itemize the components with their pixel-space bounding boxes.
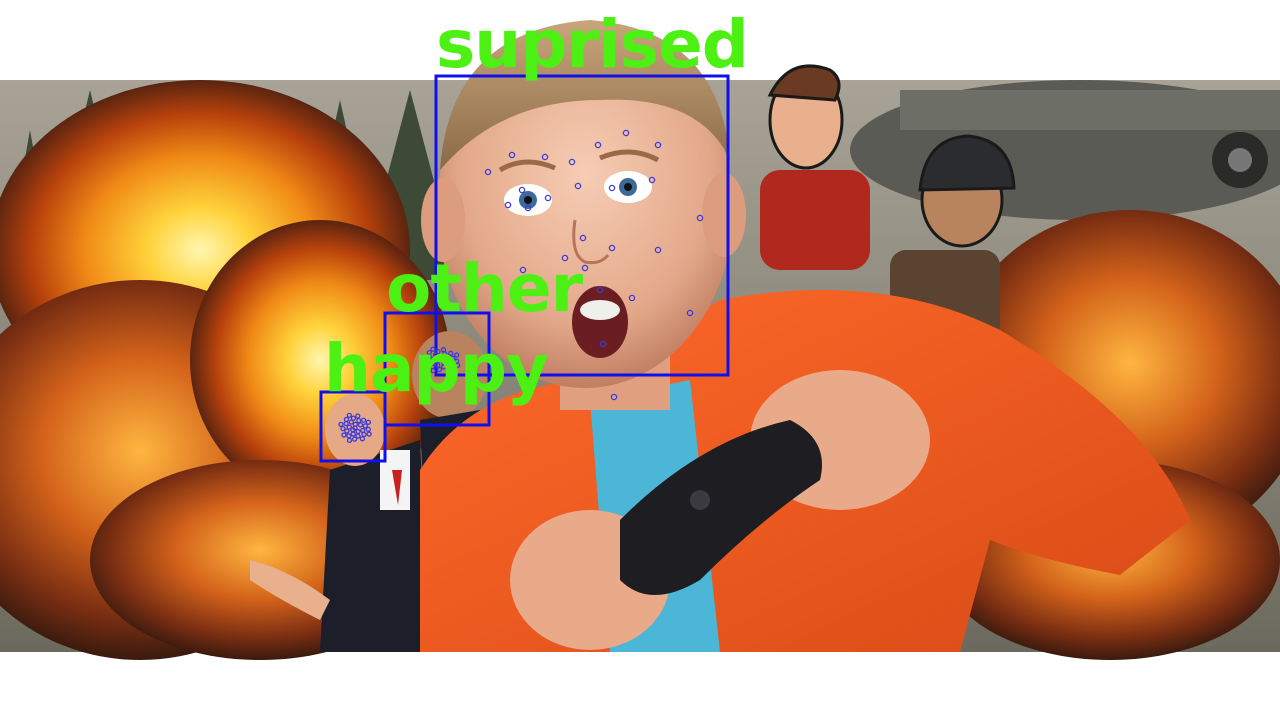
detection-label-other: other bbox=[386, 250, 583, 327]
detection-label-happy: happy bbox=[324, 330, 549, 407]
scene-image bbox=[0, 20, 1280, 660]
detection-label-suprised: suprised bbox=[436, 6, 749, 83]
